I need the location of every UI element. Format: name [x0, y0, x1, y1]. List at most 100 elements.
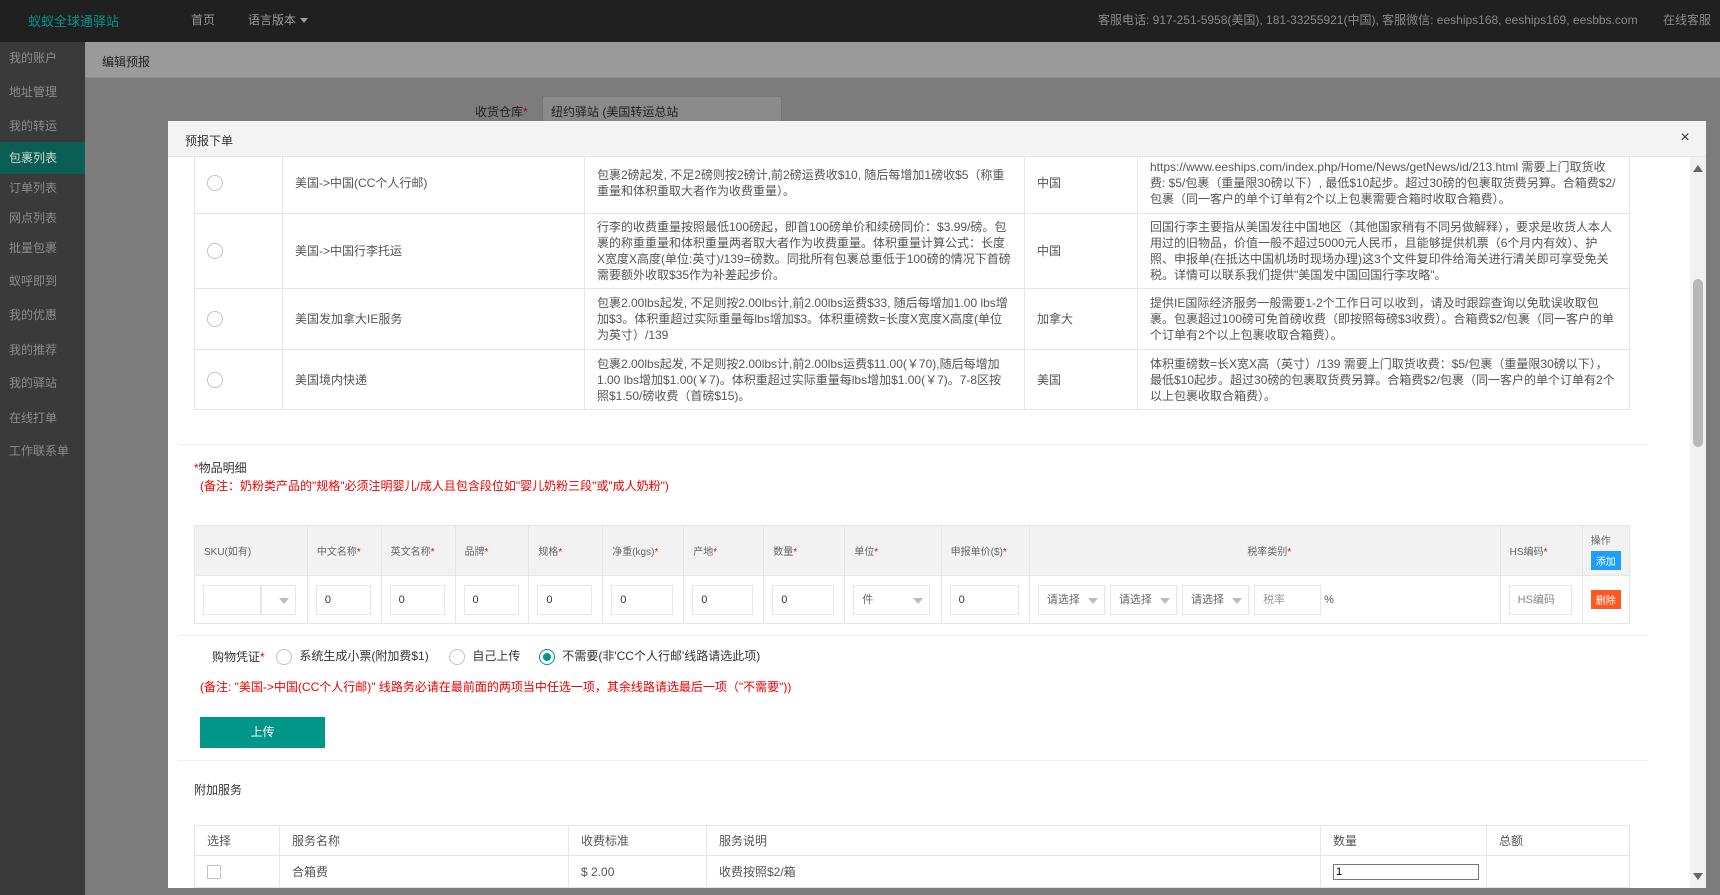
origin-input[interactable]: 0: [692, 584, 754, 615]
nav-language-menu[interactable]: 语言版本: [248, 11, 309, 28]
receipt-option-system[interactable]: 系统生成小票(附加费$1): [276, 647, 429, 665]
sidebar-item-referrals[interactable]: 我的推荐: [0, 334, 85, 366]
sku-select[interactable]: [261, 584, 296, 615]
close-icon[interactable]: ×: [1676, 129, 1694, 147]
tax-rate-input[interactable]: 税率: [1254, 584, 1322, 615]
required-marker: *: [1543, 547, 1548, 558]
sidebar-item-coupons[interactable]: 我的优惠: [0, 299, 85, 331]
scroll-up-icon[interactable]: [1693, 165, 1703, 172]
warehouse-select[interactable]: 纽约驿站 (美国转运总站: [542, 96, 782, 122]
route-name: 美国境内快递: [282, 349, 585, 410]
table-row[interactable]: 美国->中国(CC个人行邮) 包裹2磅起发, 不足2磅则按2磅计,前2磅运费收$…: [194, 157, 1630, 214]
hs-code-input[interactable]: HS编码: [1508, 584, 1572, 615]
nav-home-link[interactable]: 首页: [191, 11, 215, 28]
route-radio-cell[interactable]: [194, 288, 283, 350]
unit-select-value: 件: [862, 593, 874, 606]
service-qty-cell: 1: [1320, 855, 1487, 888]
tax-select-2[interactable]: 请选择: [1109, 584, 1177, 615]
route-radio[interactable]: [207, 243, 223, 260]
route-radio[interactable]: [207, 371, 223, 388]
service-qty-input[interactable]: 1: [1333, 863, 1479, 880]
upload-button[interactable]: 上传: [200, 717, 325, 748]
receipt-radio-system[interactable]: [276, 648, 292, 665]
warehouse-label-text: 收货仓库: [475, 105, 524, 119]
brand-logo[interactable]: 蚁蚁全球通驿站: [28, 11, 119, 30]
net-weight-input[interactable]: 0: [611, 584, 674, 615]
chevron-down-icon: [1232, 597, 1242, 604]
sidebar-item-orders[interactable]: 订单列表: [0, 172, 85, 204]
route-country: 美国: [1024, 349, 1138, 410]
col-price: 申报单价($)*: [940, 525, 1030, 576]
sidebar-item-account[interactable]: 我的账户: [0, 42, 85, 74]
route-name: 美国->中国(CC个人行邮): [282, 157, 585, 214]
tax-select-2-value: 请选择: [1118, 593, 1152, 606]
unit-select[interactable]: 件: [853, 584, 931, 615]
sidebar-item-forwarding[interactable]: 我的转运: [0, 110, 85, 142]
quantity-cell: 0: [763, 575, 846, 624]
quantity-input[interactable]: 0: [772, 584, 835, 615]
col-fee-standard: 收费标准: [568, 825, 707, 856]
scrollbar-thumb[interactable]: [1693, 279, 1703, 447]
col-brand-label: 品牌: [464, 547, 485, 558]
col-net-weight: 净重(kgs)*: [602, 525, 685, 576]
spec-input[interactable]: 0: [537, 584, 593, 615]
service-checkbox[interactable]: [207, 864, 221, 879]
sidebar-item-outlets[interactable]: 网点列表: [0, 202, 85, 234]
sidebar-item-stations[interactable]: 我的驿站: [0, 367, 85, 399]
sidebar-item-work-order[interactable]: 工作联系单: [0, 435, 85, 467]
table-row[interactable]: 美国->中国行李托运 行李的收费重量按照最低100磅起，即首100磅单价和续磅同…: [194, 213, 1630, 289]
nav-language-label: 语言版本: [248, 13, 297, 27]
price-input[interactable]: 0: [949, 584, 1019, 615]
sidebar-item-batch[interactable]: 批量包裹: [0, 232, 85, 264]
table-row[interactable]: 美国发加拿大IE服务 包裹2.00lbs起发, 不足则按2.00lbs计,前2.…: [194, 288, 1630, 350]
delete-item-button[interactable]: 删除: [1590, 590, 1621, 609]
col-action: 操作 添加: [1581, 525, 1631, 576]
sidebar-item-pickup[interactable]: 蚁呼即到: [0, 265, 85, 297]
route-radio[interactable]: [207, 311, 223, 328]
receipt-option-none[interactable]: 不需要(非'CC个人行邮'线路请选此项): [539, 647, 760, 665]
sidebar-item-address[interactable]: 地址管理: [0, 76, 85, 108]
col-unit-label: 单位: [854, 547, 875, 558]
col-tax-category: 税率类别*: [1028, 525, 1501, 576]
required-marker: *: [523, 105, 528, 119]
divider: [178, 444, 1648, 445]
brand-input[interactable]: 0: [463, 584, 519, 615]
online-service-link[interactable]: 在线客服: [1663, 11, 1711, 28]
divider: [178, 635, 1648, 636]
service-name: 合箱费: [279, 855, 569, 888]
cn-name-input[interactable]: 0: [315, 584, 371, 615]
routes-table: 美国->中国(CC个人行邮) 包裹2磅起发, 不足2磅则按2磅计,前2磅运费收$…: [194, 157, 1630, 410]
hs-code-cell: HS编码: [1499, 575, 1583, 624]
items-section-title: *物品明细: [194, 459, 247, 476]
add-item-button[interactable]: 添加: [1590, 550, 1621, 570]
tax-select-1[interactable]: 请选择: [1037, 584, 1105, 615]
sidebar-item-print[interactable]: 在线打单: [0, 402, 85, 434]
order-modal: 预报下单 × 美国->中国(CC个人行邮) 包裹2磅起发, 不足2磅则按2磅计,…: [168, 121, 1706, 888]
scrollbar[interactable]: [1690, 157, 1706, 888]
scroll-down-icon[interactable]: [1693, 873, 1703, 880]
route-radio[interactable]: [207, 174, 223, 191]
route-radio-cell[interactable]: [194, 157, 283, 214]
sku-input[interactable]: [203, 584, 261, 615]
en-name-input[interactable]: 0: [389, 584, 445, 615]
sidebar-item-packages[interactable]: 包裹列表: [0, 142, 85, 174]
tax-select-3[interactable]: 请选择: [1182, 584, 1249, 615]
items-note: (备注：奶粉类产品的"规格"必须注明婴儿/成人且包含段位如"婴儿奶粉三段"或"成…: [200, 479, 669, 493]
route-note: https://www.eeships.com/index.php/Home/N…: [1137, 157, 1630, 214]
service-total: [1486, 855, 1630, 888]
service-checkbox-cell: [194, 855, 280, 888]
receipt-radio-upload[interactable]: [449, 648, 465, 665]
route-country: 中国: [1024, 157, 1138, 214]
chevron-down-icon: [279, 597, 289, 604]
route-radio-cell[interactable]: [194, 349, 283, 410]
sidebar: 我的账户 地址管理 我的转运 包裹列表 订单列表 网点列表 批量包裹 蚁呼即到 …: [0, 42, 85, 895]
table-row[interactable]: 美国境内快递 包裹2.00lbs起发, 不足则按2.00lbs计,前2.00lb…: [194, 349, 1630, 410]
receipt-option-upload[interactable]: 自己上传: [449, 647, 520, 665]
col-quantity-label: 数量: [773, 547, 794, 558]
col-sku-label: SKU(如有): [204, 547, 252, 558]
receipt-radio-none[interactable]: [539, 648, 555, 665]
service-fee: $ 2.00: [568, 855, 707, 888]
route-radio-cell[interactable]: [194, 213, 283, 289]
tax-cell: 请选择 请选择 请选择 税率 %: [1028, 575, 1501, 624]
breadcrumb-bar: 编辑预报: [85, 42, 1720, 78]
